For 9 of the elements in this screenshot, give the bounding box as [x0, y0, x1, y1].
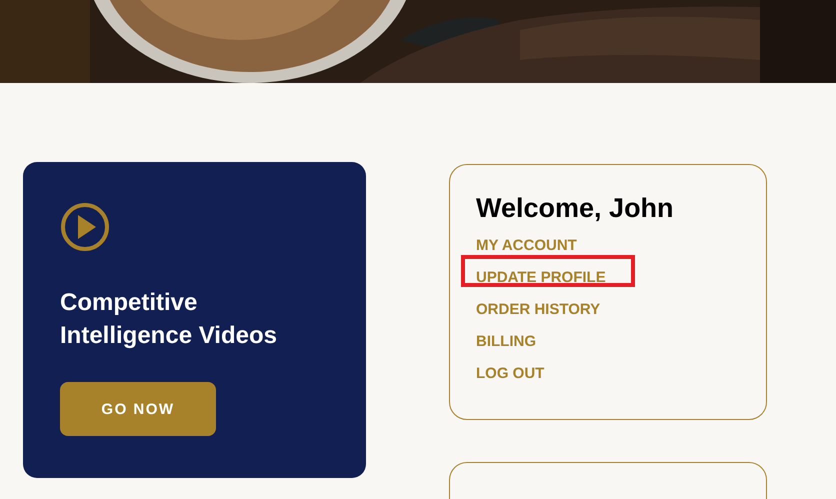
welcome-heading: Welcome, John — [476, 192, 675, 225]
account-link[interactable]: MY ACCOUNT — [476, 235, 577, 256]
go-now-button[interactable]: GO NOW — [60, 382, 216, 436]
card-title: Competitive Intelligence Videos — [60, 288, 278, 351]
account-link[interactable]: BILLING — [476, 331, 536, 352]
account-link[interactable]: UPDATE PROFILE — [476, 267, 606, 288]
play-icon — [60, 202, 110, 252]
account-link[interactable]: ORDER HISTORY — [476, 299, 600, 320]
account-link[interactable]: LOG OUT — [476, 363, 544, 384]
